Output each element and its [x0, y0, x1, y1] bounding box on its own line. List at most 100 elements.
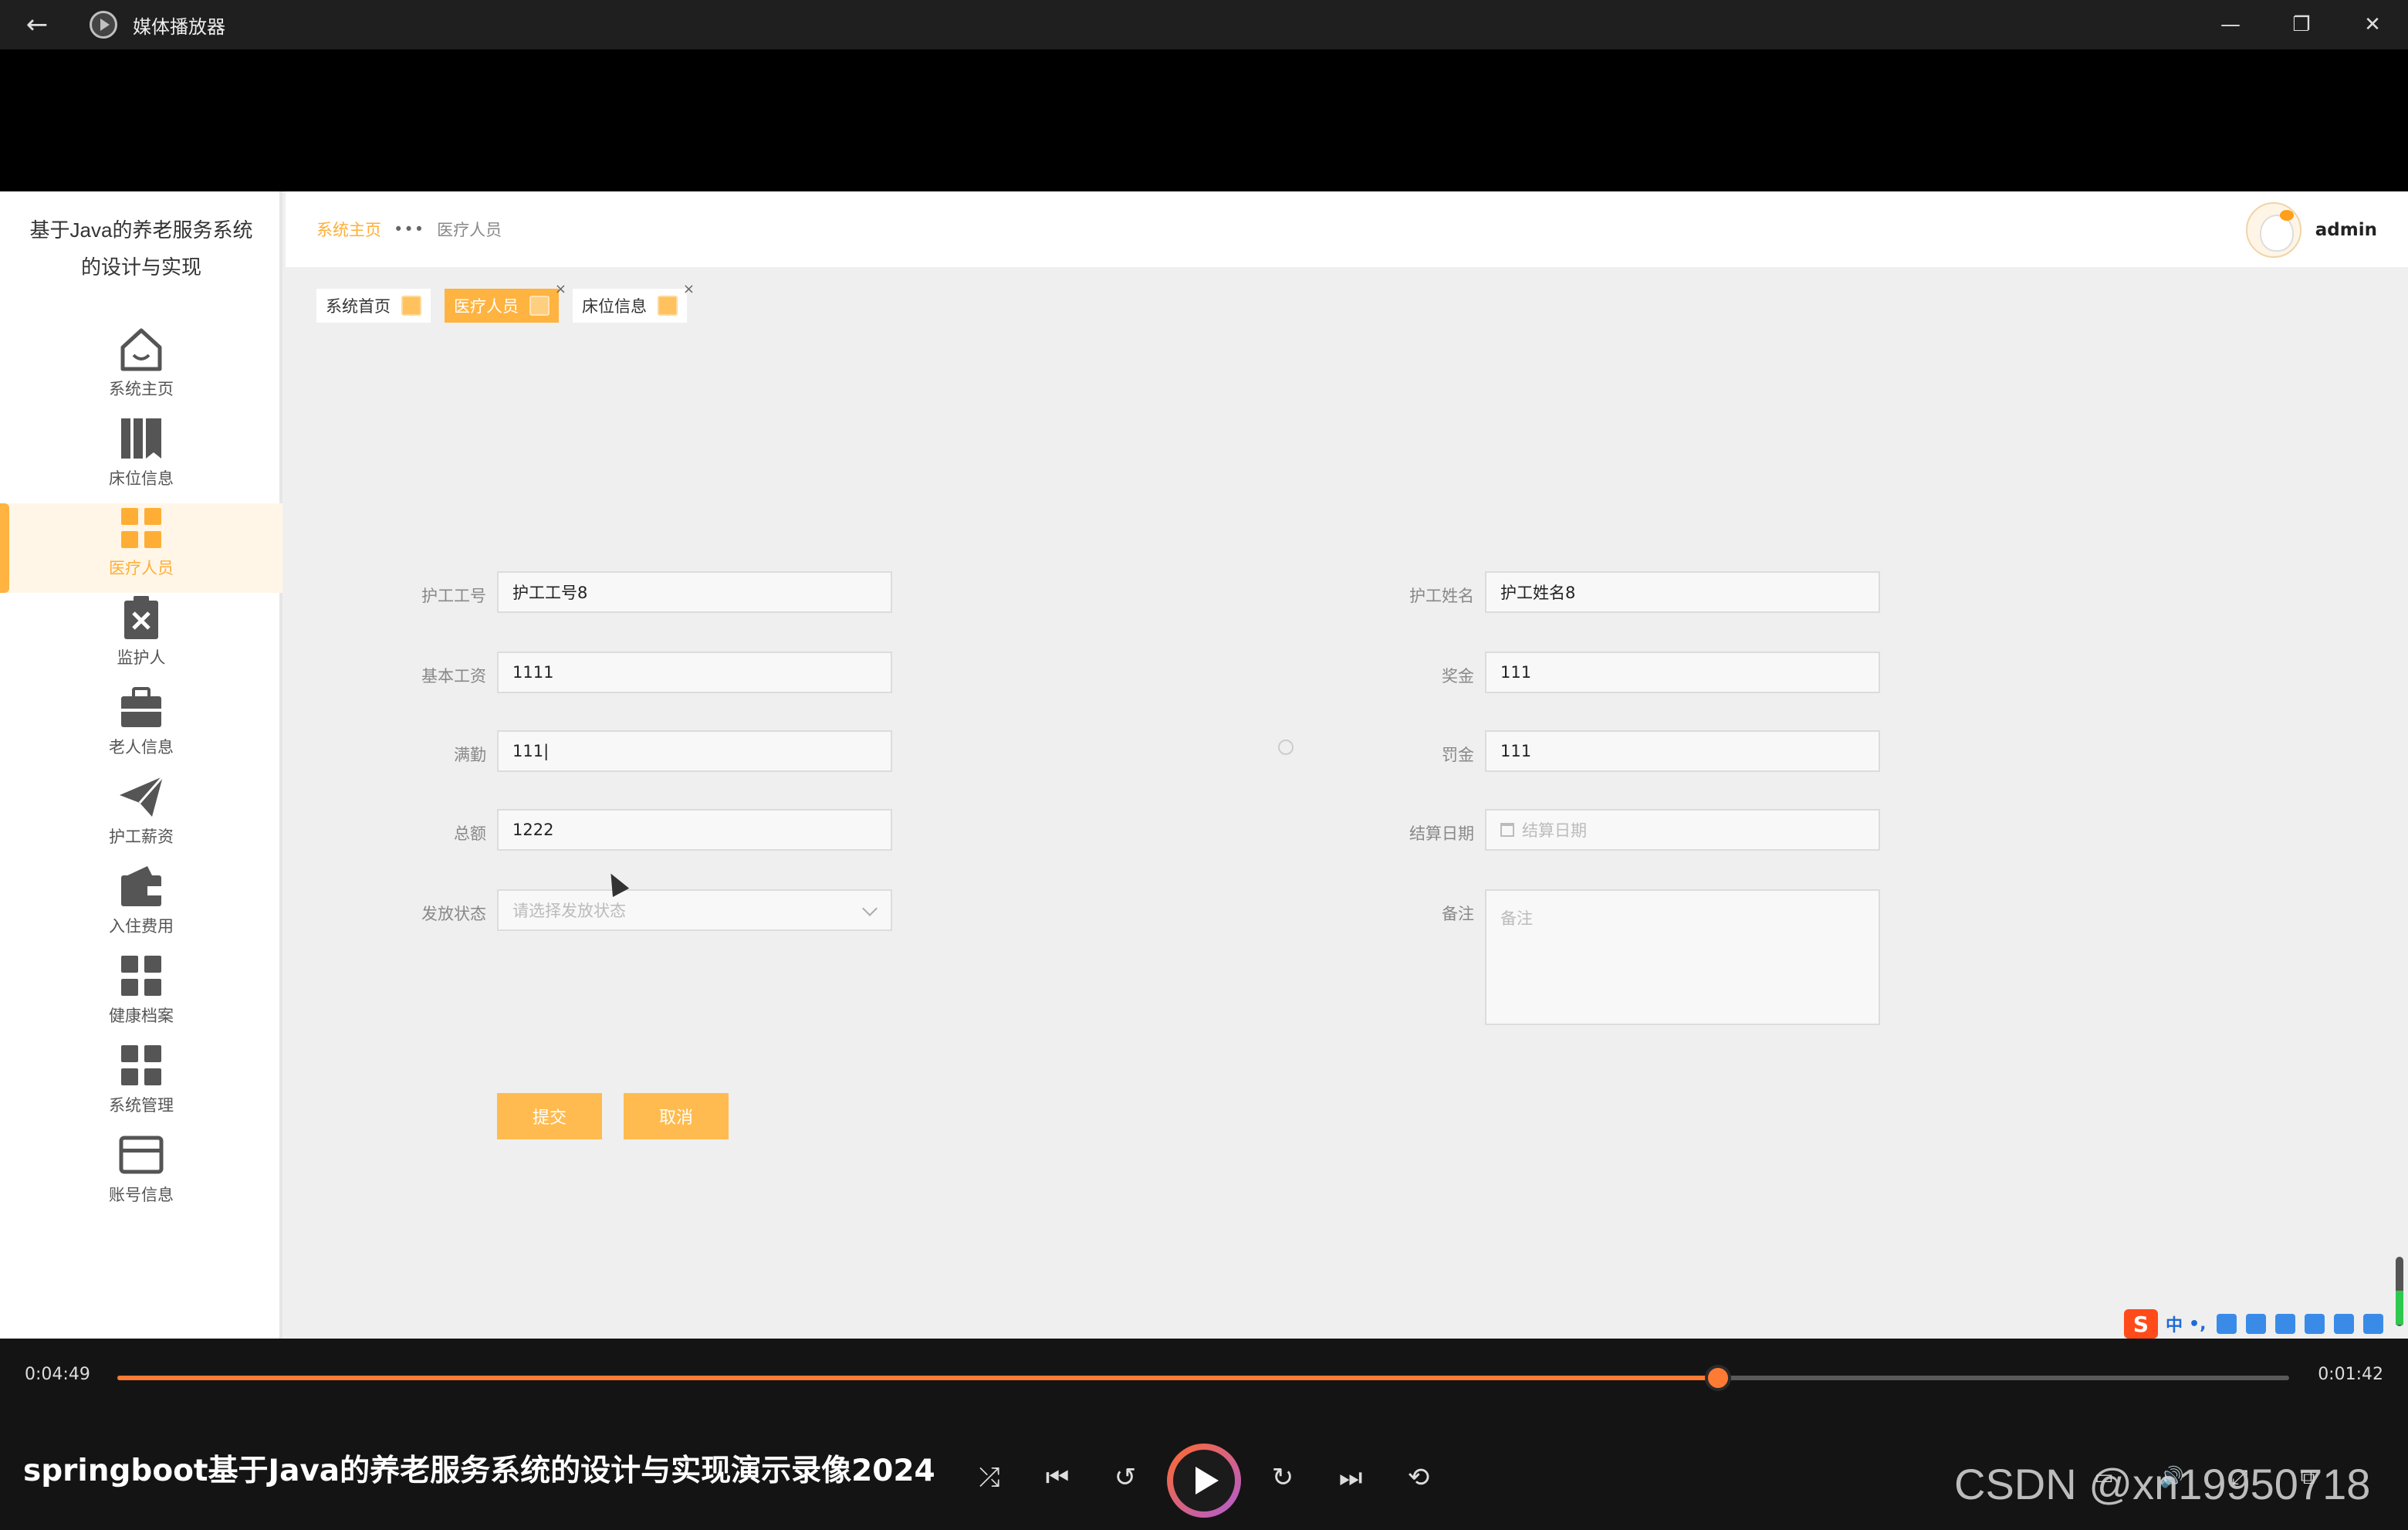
fine-label: 罚金 — [1442, 746, 1474, 764]
sidebar-item-elderly[interactable]: 老人信息 — [0, 682, 282, 772]
grid-icon[interactable] — [2334, 1314, 2355, 1334]
forward-icon: ↻ — [1271, 1462, 1294, 1493]
shuffle-button[interactable]: ⤮ — [966, 1454, 1013, 1501]
sidebar-item-label: 老人信息 — [109, 738, 174, 757]
sidebar-item-salary[interactable]: 护工薪资 — [0, 772, 282, 861]
elapsed-time: 0:04:49 — [25, 1365, 90, 1384]
rewind-10-button[interactable]: ↺ — [1102, 1454, 1148, 1501]
remark-textarea[interactable]: 备注 — [1485, 889, 1880, 1025]
app-viewport: 基于Java的养老服务系统 的设计与实现 系统主页 床位信息 医疗人员 监护人 … — [0, 191, 2408, 1339]
grid-icon — [117, 1041, 166, 1090]
pay-status-select[interactable]: 请选择发放状态 — [497, 889, 892, 931]
seek-bar[interactable] — [117, 1365, 2289, 1391]
settle-date-placeholder: 结算日期 — [1522, 821, 1587, 840]
system-title: 基于Java的养老服务系统 的设计与实现 — [29, 218, 253, 279]
worker-id-input[interactable]: 护工工号8 — [497, 571, 892, 613]
ime-mode[interactable]: 中 — [2166, 1312, 2183, 1336]
window-title: 媒体播放器 — [133, 15, 225, 38]
fine-input[interactable]: 111 — [1485, 730, 1880, 772]
skin-icon[interactable] — [2275, 1314, 2296, 1334]
play-button[interactable] — [1167, 1444, 1241, 1518]
media-player-logo-icon — [90, 11, 117, 39]
sidebar-item-account[interactable]: 账号信息 — [0, 1130, 282, 1230]
keyboard-icon[interactable] — [2246, 1314, 2267, 1334]
base-salary-input[interactable]: 1111 — [497, 652, 892, 693]
sidebar-item-system[interactable]: 系统管理 — [0, 1041, 282, 1130]
sidebar-item-label: 护工薪资 — [109, 828, 174, 846]
settle-date-picker[interactable]: 结算日期 — [1485, 809, 1880, 851]
total-input[interactable]: 1222 — [497, 809, 892, 851]
minimize-button[interactable]: — — [2195, 0, 2266, 49]
bonus-label: 奖金 — [1442, 667, 1474, 685]
restore-button[interactable]: ❐ — [2266, 0, 2337, 49]
next-button[interactable]: ⏭ — [1327, 1454, 1374, 1501]
breadcrumb-separator: ••• — [394, 220, 425, 239]
sidebar-item-label: 系统管理 — [109, 1096, 174, 1115]
loading-dot-icon — [1278, 740, 1294, 755]
repeat-button[interactable]: ⟲ — [1395, 1454, 1442, 1501]
sidebar-item-guardian[interactable]: 监护人 — [0, 593, 282, 682]
forward-30-button[interactable]: ↻ — [1260, 1454, 1306, 1501]
tab-close-icon[interactable]: × — [555, 281, 566, 297]
next-icon: ⏭ — [1338, 1462, 1363, 1493]
back-button[interactable]: ← — [0, 0, 74, 49]
tab-badge-icon — [401, 296, 421, 316]
worker-id-label: 护工工号 — [421, 587, 486, 605]
toolbox-icon[interactable] — [2305, 1314, 2325, 1334]
ime-toolbar: S 中 •, — [2124, 1309, 2388, 1339]
sidebar-item-home[interactable]: 系统主页 — [0, 324, 282, 414]
sidebar-item-label: 入住费用 — [109, 917, 174, 936]
sidebar-menu: 系统主页 床位信息 医疗人员 监护人 老人信息 护工薪资 入住费用 健康档案 系… — [0, 324, 282, 1230]
repeat-icon: ⟲ — [1407, 1462, 1430, 1493]
username: admin — [2315, 220, 2377, 240]
home-icon — [117, 324, 166, 374]
avatar — [2245, 202, 2301, 258]
window-titlebar: ← 媒体播放器 — ❐ ✕ — [0, 0, 2408, 49]
submit-button[interactable]: 提交 — [497, 1093, 602, 1139]
chevron-down-icon — [862, 901, 878, 916]
bonus-input[interactable]: 111 — [1485, 652, 1880, 693]
sidebar-item-label: 医疗人员 — [109, 559, 174, 577]
rewind-icon: ↺ — [1114, 1462, 1137, 1493]
full-attendance-input[interactable]: 111| — [497, 730, 892, 772]
tab-label: 医疗人员 — [454, 297, 519, 316]
pay-status-placeholder: 请选择发放状态 — [512, 902, 626, 920]
breadcrumb-home[interactable]: 系统主页 — [316, 218, 381, 241]
remaining-time: 0:01:42 — [2318, 1365, 2383, 1384]
tab-label: 系统首页 — [326, 297, 391, 316]
sidebar-item-fees[interactable]: 入住费用 — [0, 861, 282, 951]
worker-name-input[interactable]: 护工姓名8 — [1485, 571, 1880, 613]
sidebar-item-medical-staff[interactable]: 医疗人员 — [0, 503, 282, 593]
previous-button[interactable]: ⏮ — [1034, 1454, 1081, 1501]
seek-knob[interactable] — [1704, 1365, 1731, 1391]
gear-icon[interactable] — [2363, 1314, 2384, 1334]
cancel-button[interactable]: 取消 — [624, 1093, 729, 1139]
player-bar: 0:04:49 0:01:42 springboot基于Java的养老服务系统的… — [0, 1339, 2408, 1530]
tab-label: 床位信息 — [582, 297, 647, 316]
sidebar-item-label: 健康档案 — [109, 1007, 174, 1025]
sidebar-item-health[interactable]: 健康档案 — [0, 951, 282, 1041]
sidebar-item-label: 系统主页 — [109, 380, 174, 398]
sidebar-item-label: 床位信息 — [109, 469, 174, 488]
sidebar-item-label: 监护人 — [117, 648, 166, 667]
sogou-logo-icon[interactable]: S — [2124, 1309, 2158, 1339]
shuffle-icon: ⤮ — [979, 1462, 1000, 1493]
pay-status-label: 发放状态 — [421, 905, 486, 923]
video-title: springboot基于Java的养老服务系统的设计与实现演示录像2024 — [23, 1454, 935, 1488]
worker-name-label: 护工姓名 — [1409, 587, 1474, 605]
full-attendance-label: 满勤 — [454, 746, 486, 764]
tab-medical-staff[interactable]: 医疗人员 × — [445, 281, 566, 323]
microphone-icon[interactable] — [2217, 1314, 2237, 1334]
tab-beds[interactable]: 床位信息 × — [573, 281, 695, 323]
paper-plane-icon — [117, 772, 166, 821]
sidebar-item-beds[interactable]: 床位信息 — [0, 414, 282, 503]
wallet-icon — [117, 861, 166, 911]
breadcrumb-current: 医疗人员 — [437, 221, 502, 239]
close-button[interactable]: ✕ — [2337, 0, 2408, 49]
user-menu[interactable]: admin — [2245, 202, 2377, 258]
clipboard-x-icon — [117, 593, 166, 642]
tab-close-icon[interactable]: × — [683, 281, 695, 297]
ime-punct[interactable]: •, — [2189, 1315, 2206, 1334]
settle-date-label: 结算日期 — [1409, 824, 1474, 843]
tab-home[interactable]: 系统首页 — [316, 289, 431, 323]
